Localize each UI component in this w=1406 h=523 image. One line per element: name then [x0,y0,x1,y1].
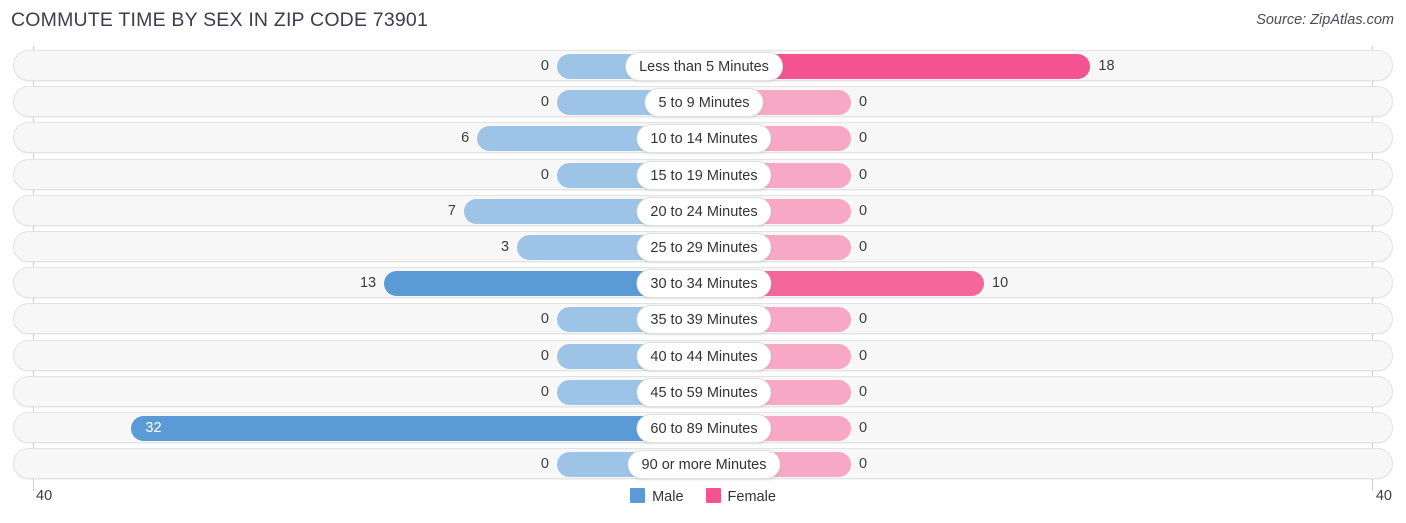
bar-row-inner: 13 10 30 to 34 Minutes [14,268,1392,299]
chart-legend: Male Female [0,487,1406,507]
bar-row-inner: 32 0 60 to 89 Minutes [14,413,1392,443]
bar-row: 0 0 5 to 9 Minutes [13,86,1393,118]
legend-swatch-icon [705,488,721,503]
value-label-male: 3 [501,239,510,255]
bar-row: 0 0 45 to 59 Minutes [13,375,1393,407]
category-label-pill: 40 to 44 Minutes [636,341,772,371]
value-label-female: 0 [859,239,868,255]
value-label-male: 32 [145,420,162,436]
value-label-female: 0 [859,166,868,183]
legend-swatch-icon [630,488,646,503]
source-attribution: Source: ZipAtlas.com [1256,12,1394,28]
bar-male [131,416,704,441]
category-label-pill: 30 to 34 Minutes [636,269,772,299]
value-label-male: 0 [540,347,549,364]
bar-row-inner: 0 0 15 to 19 Minutes [14,160,1392,190]
bar-row: 0 0 90 or more Minutes [13,448,1393,480]
bar-row-inner: 0 0 45 to 59 Minutes [14,377,1392,407]
chart-plot-area: 0 18 Less than 5 Minutes 0 0 5 to 9 Minutes 6 0… [0,46,1406,491]
category-label-pill: 45 to 59 Minutes [636,377,772,407]
category-label-pill: 20 to 24 Minutes [636,196,772,226]
value-label-male: 0 [540,58,549,74]
bar-row-inner: 0 0 35 to 39 Minutes [14,304,1392,335]
value-label-female: 0 [859,456,868,473]
bar-row: 3 0 25 to 29 Minutes [13,231,1393,262]
category-label-pill: 15 to 19 Minutes [636,160,772,190]
value-label-male: 0 [540,94,549,111]
value-label-male: 0 [540,456,549,473]
value-label-female: 0 [859,383,868,400]
value-label-female: 0 [859,130,868,147]
bar-row-inner: 6 0 10 to 14 Minutes [14,123,1392,154]
category-label-pill: 25 to 29 Minutes [636,233,772,262]
bar-row: 0 0 15 to 19 Minutes [13,158,1393,190]
bar-row: 0 0 40 to 44 Minutes [13,339,1393,371]
chart-footer: 40 40 Male Female [0,484,1406,523]
value-label-female: 10 [992,275,1009,292]
bar-row: 0 18 Less than 5 Minutes [13,50,1393,81]
value-label-male: 0 [540,383,549,400]
chart-header: COMMUTE TIME BY SEX IN ZIP CODE 73901 So… [0,0,1406,46]
value-label-female: 0 [859,420,868,436]
bar-row: 32 0 60 to 89 Minutes [13,412,1393,443]
category-label-pill: Less than 5 Minutes [625,52,783,81]
bar-row: 13 10 30 to 34 Minutes [13,267,1393,299]
category-label-pill: 90 or more Minutes [627,450,781,480]
category-label-pill: 10 to 14 Minutes [636,124,772,154]
value-label-female: 18 [1098,58,1115,74]
value-label-male: 6 [461,130,470,147]
value-label-male: 7 [447,202,456,219]
bar-row-inner: 0 0 40 to 44 Minutes [14,341,1392,371]
legend-item[interactable]: Female [705,487,776,507]
category-label-pill: 60 to 89 Minutes [636,414,772,443]
legend-item[interactable]: Male [630,487,684,507]
bar-row: 7 0 20 to 24 Minutes [13,194,1393,226]
category-label-pill: 35 to 39 Minutes [636,305,772,335]
bar-row: 0 0 35 to 39 Minutes [13,303,1393,335]
value-label-female: 0 [859,202,868,219]
legend-label: Male [652,489,684,505]
bar-row-inner: 0 0 90 or more Minutes [14,449,1392,480]
value-label-male: 0 [540,166,549,183]
page-title: COMMUTE TIME BY SEX IN ZIP CODE 73901 [11,9,429,31]
category-label-pill: 5 to 9 Minutes [644,88,764,118]
bar-row-inner: 3 0 25 to 29 Minutes [14,232,1392,262]
legend-label: Female [727,489,776,505]
value-label-female: 0 [859,94,868,111]
value-label-female: 0 [859,311,868,328]
value-label-male: 0 [540,311,549,328]
bar-row: 6 0 10 to 14 Minutes [13,122,1393,154]
bar-row-inner: 0 0 5 to 9 Minutes [14,87,1392,118]
value-label-male: 13 [359,275,377,292]
bar-row-inner: 0 18 Less than 5 Minutes [14,51,1392,81]
value-label-female: 0 [859,347,868,364]
bar-row-inner: 7 0 20 to 24 Minutes [14,196,1392,226]
